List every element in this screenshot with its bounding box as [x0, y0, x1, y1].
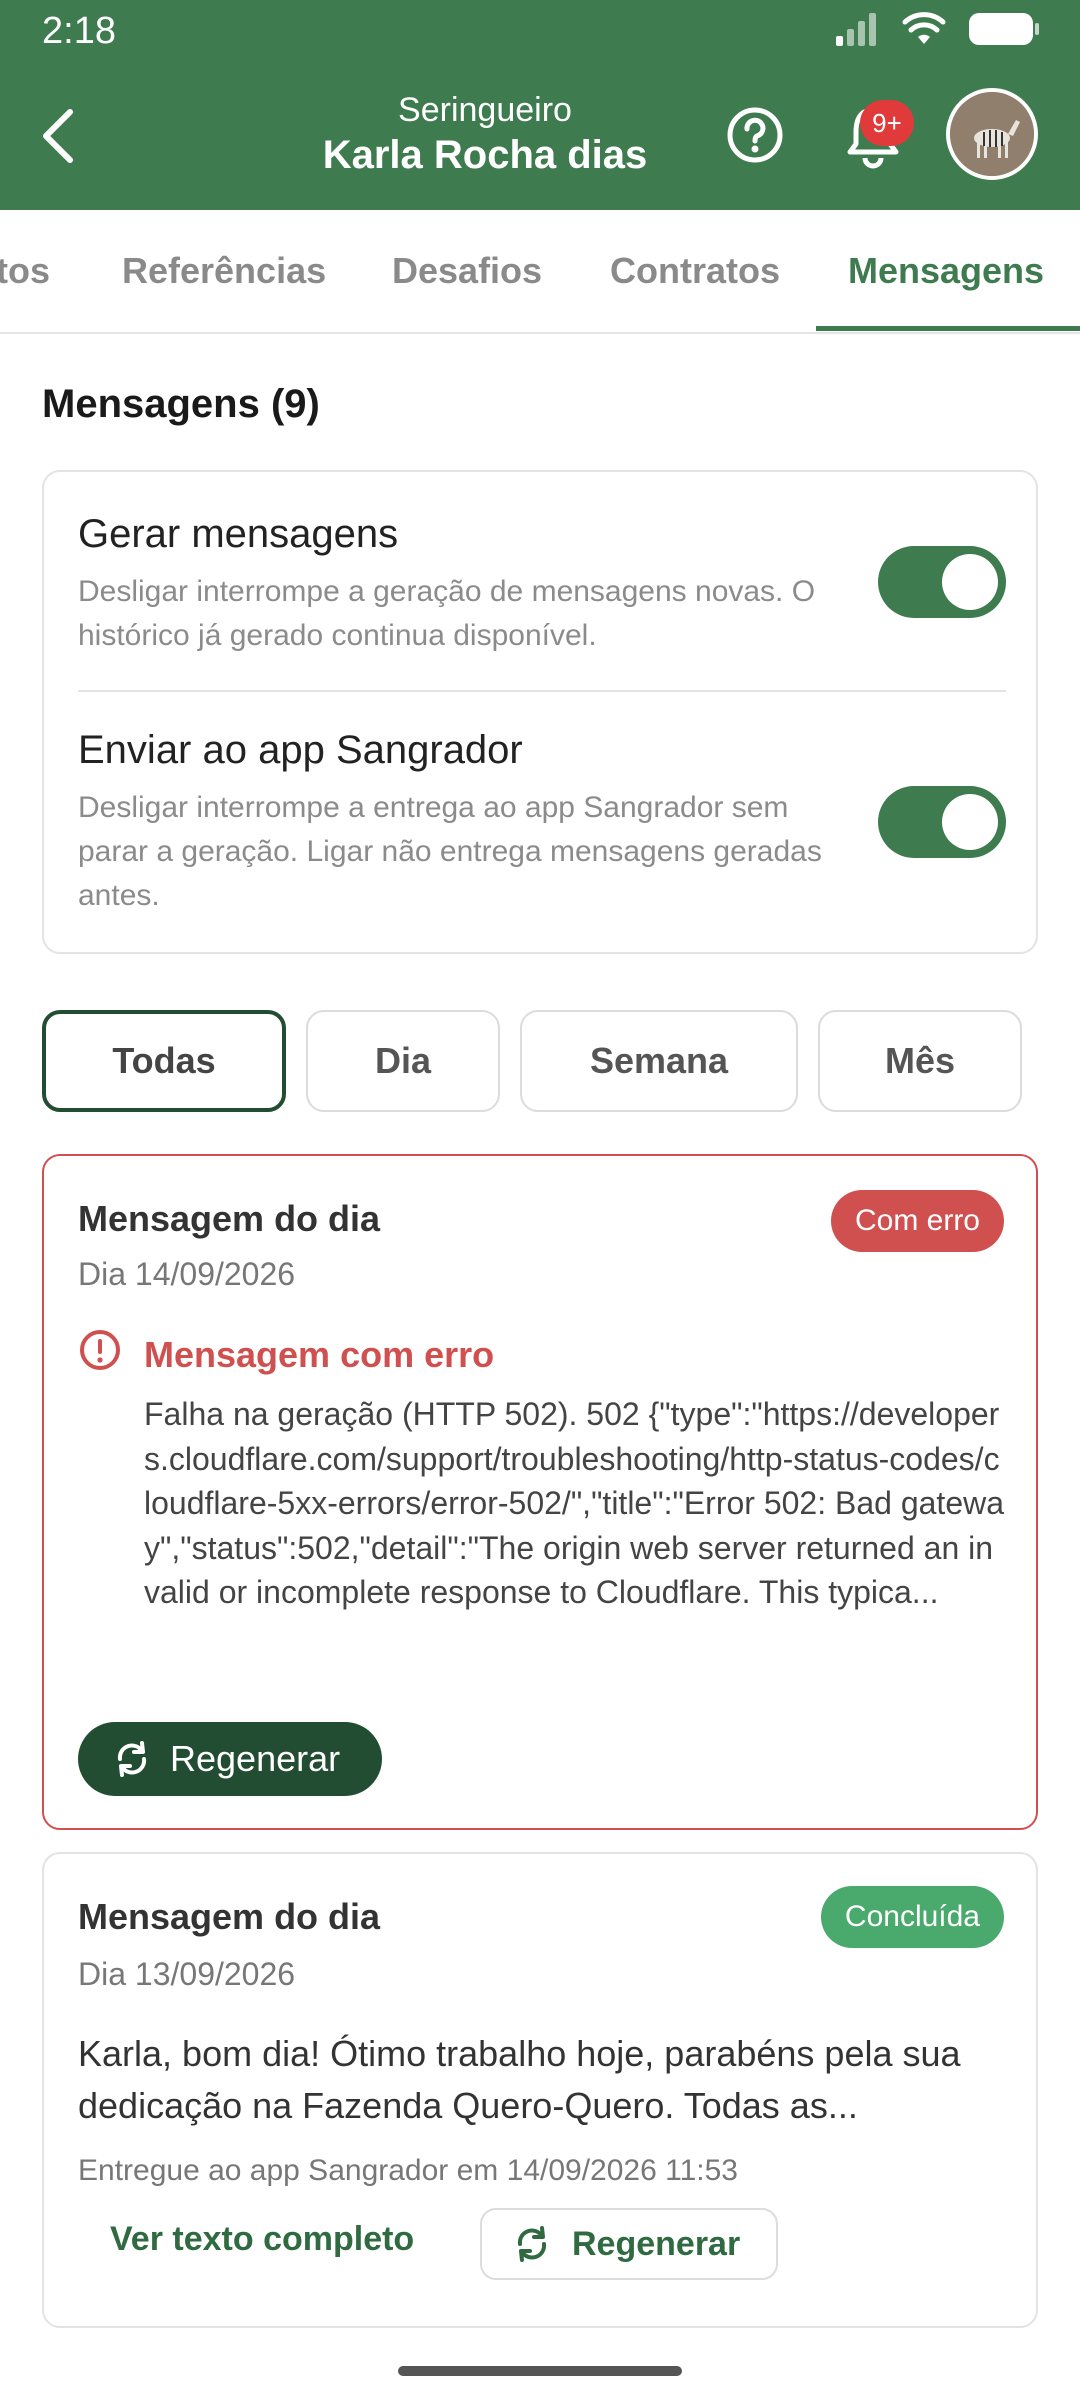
message-card-completed: Mensagem do dia Dia 13/09/2026 Concluída…: [42, 1852, 1038, 2328]
status-time: 2:18: [42, 10, 116, 52]
status-icons: [834, 12, 1040, 46]
wifi-icon: [902, 12, 946, 44]
help-icon: [727, 107, 783, 163]
toggle-knob: [942, 794, 998, 850]
battery-icon: [969, 13, 1039, 45]
chevron-left-icon: [43, 109, 73, 163]
refresh-icon: [517, 2226, 547, 2262]
app-header: 2:18 Seringueiro Karla Rocha dias 9+: [0, 0, 1080, 210]
tab-desafios[interactable]: Desafios: [392, 250, 542, 292]
settings-divider: [78, 690, 1006, 692]
view-full-text-button[interactable]: Ver texto completo: [110, 2220, 414, 2259]
filter-mes[interactable]: Mês: [818, 1010, 1022, 1112]
message-title: Mensagem do dia: [78, 1198, 381, 1239]
active-tab-indicator: [816, 326, 1080, 331]
settings-card: Gerar mensagens Desligar interrompe a ge…: [42, 470, 1038, 954]
setting-generate-title: Gerar mensagens: [78, 512, 399, 556]
tab-bar: tos Referências Desafios Contratos Mensa…: [0, 210, 1080, 334]
zebra-avatar-icon: [950, 92, 1034, 176]
section-title: Mensagens (9): [42, 382, 320, 426]
header-title: Karla Rocha dias: [322, 133, 648, 177]
status-badge-error: Com erro: [830, 1190, 1004, 1252]
regenerate-button[interactable]: Regenerar: [480, 2208, 778, 2280]
message-title: Mensagem do dia: [78, 1896, 381, 1937]
message-preview: Karla, bom dia! Ótimo trabalho hoje, par…: [78, 2033, 961, 2126]
message-card-error: Mensagem do dia Dia 14/09/2026 Com erro …: [42, 1154, 1038, 1830]
filter-todas[interactable]: Todas: [42, 1010, 286, 1112]
signal-icon: [836, 13, 876, 46]
header-subtitle: Seringueiro: [398, 91, 572, 129]
generate-messages-toggle[interactable]: [878, 546, 1006, 618]
toggle-knob: [942, 554, 998, 610]
help-button[interactable]: [726, 106, 784, 164]
tab-referencias[interactable]: Referências: [122, 250, 326, 292]
error-icon: [80, 1330, 120, 1370]
send-to-app-toggle[interactable]: [878, 786, 1006, 858]
refresh-icon: [117, 1741, 147, 1777]
header-titles: Seringueiro Karla Rocha dias: [220, 90, 750, 180]
filter-dia[interactable]: Dia: [306, 1010, 500, 1112]
setting-generate-description: Desligar interrompe a geração de mensage…: [78, 575, 816, 652]
tab-contratos[interactable]: Contratos: [610, 250, 780, 292]
setting-send-description: Desligar interrompe a entrega ao app San…: [78, 791, 822, 912]
tab-partial[interactable]: tos: [0, 250, 50, 292]
message-date: Dia 14/09/2026: [78, 1256, 296, 1292]
regenerate-button[interactable]: Regenerar: [78, 1722, 382, 1796]
tab-mensagens[interactable]: Mensagens: [848, 250, 1044, 292]
status-badge-completed: Concluída: [820, 1886, 1004, 1948]
regenerate-label: Regenerar: [572, 2224, 741, 2263]
avatar[interactable]: [946, 88, 1038, 180]
delivery-info: Entregue ao app Sangrador em 14/09/2026 …: [78, 2154, 738, 2187]
regenerate-label: Regenerar: [170, 1738, 341, 1779]
setting-send-title: Enviar ao app Sangrador: [78, 728, 523, 772]
home-indicator[interactable]: [398, 2366, 682, 2376]
error-heading: Mensagem com erro: [144, 1334, 495, 1375]
message-date: Dia 13/09/2026: [78, 1956, 296, 1992]
notification-badge: 9+: [860, 100, 914, 146]
error-details: Falha na geração (HTTP 502). 502 {"type"…: [144, 1396, 1005, 1610]
back-button[interactable]: [28, 96, 88, 176]
filter-semana[interactable]: Semana: [520, 1010, 798, 1112]
